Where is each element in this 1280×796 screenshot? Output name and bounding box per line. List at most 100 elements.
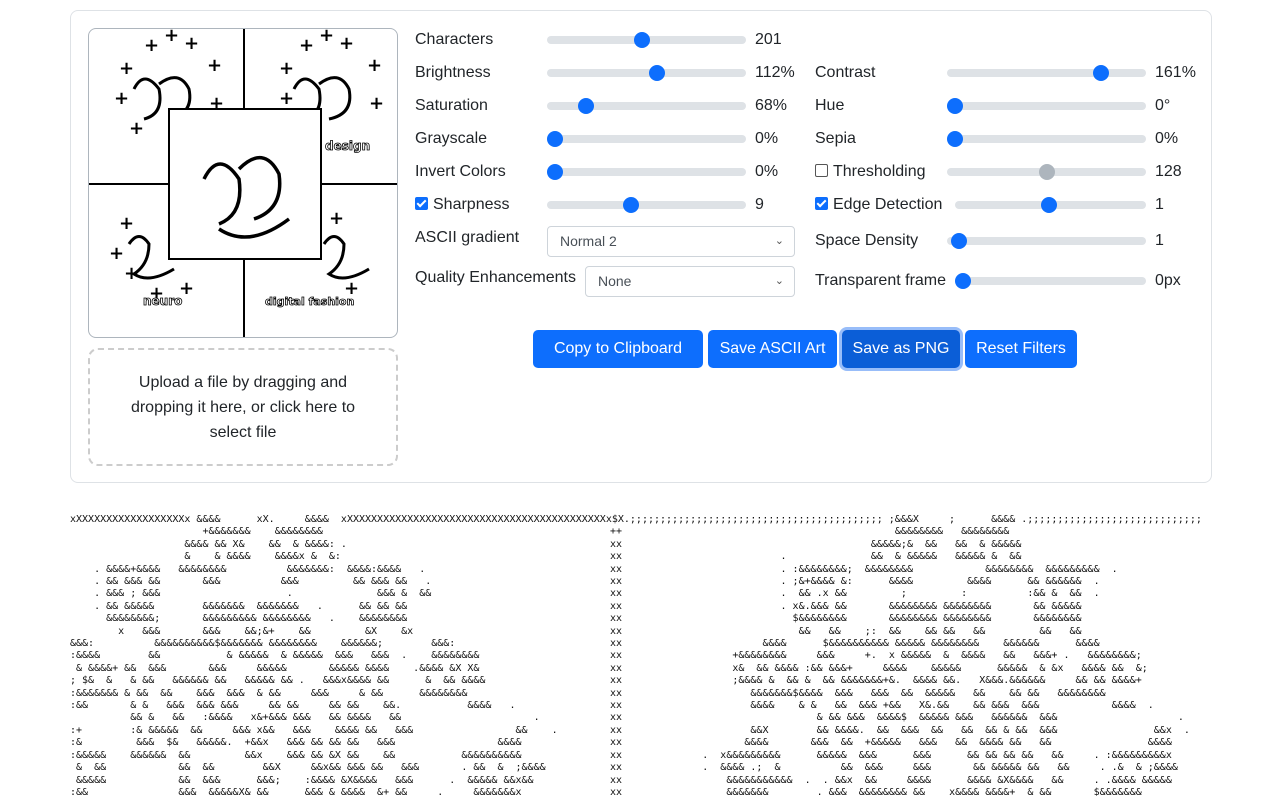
plus-mark: + [339, 33, 354, 54]
plus-mark: + [129, 118, 144, 139]
space-density-value: 1 [1155, 232, 1164, 249]
ascii-gradient-label: ASCII gradient [415, 229, 520, 246]
file-upload-dropzone[interactable]: Upload a file by dragging and dropping i… [88, 348, 398, 466]
copy-to-clipboard-button[interactable]: Copy to Clipboard [533, 330, 703, 368]
saturation-slider-thumb[interactable] [578, 98, 595, 114]
sharpness-slider-thumb[interactable] [622, 197, 639, 213]
save-ascii-art-button[interactable]: Save ASCII Art [708, 330, 837, 368]
grayscale-slider-thumb[interactable] [547, 131, 563, 147]
invert-colors-label: Invert Colors [415, 162, 506, 182]
space-density-label: Space Density [815, 231, 918, 251]
plus-mark: + [367, 55, 382, 76]
sepia-slider[interactable] [947, 131, 1146, 147]
brightness-label-text: Brightness [415, 64, 491, 81]
upload-instructions: Upload a file by dragging and dropping i… [130, 373, 356, 441]
contrast-label-text: Contrast [815, 64, 876, 81]
plus-mark: + [144, 35, 159, 56]
edge-detection-checkbox[interactable] [815, 197, 828, 210]
grayscale-label: Grayscale [415, 129, 487, 149]
ascii-art-left: +&&&&&&& &&&&&&&& &&&& && X& && & &&&&: … [70, 526, 558, 796]
sharpness-value: 9 [755, 196, 764, 213]
plus-mark: + [114, 88, 129, 109]
edge-detection-slider[interactable] [955, 197, 1146, 213]
sepia-label: Sepia [815, 129, 856, 149]
space-density-slider-thumb[interactable] [950, 233, 967, 249]
preview-label-neuro: neuro [143, 294, 182, 308]
invert-colors-label-text: Invert Colors [415, 163, 506, 180]
quality-enhancements-select[interactable]: None ⌄ [585, 266, 795, 297]
sharpness-checkbox[interactable] [415, 197, 428, 210]
plus-mark: + [184, 33, 199, 54]
thresholding-label-text: Thresholding [833, 163, 926, 180]
space-density-label-text: Space Density [815, 232, 919, 249]
plus-mark: + [279, 88, 294, 109]
ascii-art-divider: ++ xx xx xx xx xx xx xx xx xx xx xx xx x… [610, 526, 623, 796]
transparent-frame-slider[interactable] [955, 273, 1146, 289]
sepia-slider-thumb[interactable] [947, 131, 963, 147]
contrast-label: Contrast [815, 63, 875, 83]
hue-label: Hue [815, 96, 844, 116]
thresholding-label[interactable]: Thresholding [815, 162, 926, 182]
edge-detection-label[interactable]: Edge Detection [815, 195, 942, 215]
sepia-value: 0% [1155, 130, 1179, 147]
plus-mark: + [319, 29, 334, 46]
saturation-value: 68% [755, 97, 788, 114]
characters-slider[interactable] [547, 32, 746, 48]
plus-mark: + [119, 58, 134, 79]
image-preview: +++++++++++++++++++++++++++++++++ design… [88, 28, 398, 338]
edge-detection-label-text: Edge Detection [833, 196, 943, 213]
sharpness-label-text: Sharpness [433, 196, 510, 213]
characters-label: Characters [415, 30, 493, 50]
chevron-down-icon: ⌄ [774, 275, 784, 287]
preview-label-design: design [325, 139, 370, 153]
saturation-label-text: Saturation [415, 97, 488, 114]
sepia-label-text: Sepia [815, 130, 856, 147]
brightness-slider[interactable] [547, 65, 746, 81]
quality-enhancements-label: Quality Enhancements [415, 269, 576, 286]
ascii-art-right: &&&&&&&& &&&&&&&& &&&&&;& && && & &&&&& … [702, 526, 1190, 796]
sharpness-label[interactable]: Sharpness [415, 195, 510, 215]
plus-mark: + [109, 243, 124, 264]
ascii-gradient-value: Normal 2 [560, 233, 617, 249]
ascii-art-top-line: xXXXXXXXXXXXXXXXXXXx &&&& xX. &&&& xXXXX… [70, 514, 1202, 525]
plus-mark: + [279, 58, 294, 79]
chevron-down-icon: ⌄ [774, 235, 784, 247]
thresholding-checkbox[interactable] [815, 164, 828, 177]
characters-label-text: Characters [415, 31, 494, 48]
contrast-slider[interactable] [947, 65, 1146, 81]
save-as-png-button[interactable]: Save as PNG [842, 330, 960, 368]
saturation-slider[interactable] [547, 98, 746, 114]
hue-slider[interactable] [947, 98, 1146, 114]
hue-value: 0° [1155, 97, 1171, 114]
characters-slider-thumb[interactable] [633, 32, 650, 48]
hue-label-text: Hue [815, 97, 845, 114]
thresholding-slider[interactable] [947, 164, 1146, 180]
thresholding-value: 128 [1155, 163, 1182, 180]
grayscale-label-text: Grayscale [415, 130, 488, 147]
reset-filters-button[interactable]: Reset Filters [965, 330, 1077, 368]
plus-mark: + [119, 213, 134, 234]
edge-detection-value: 1 [1155, 196, 1164, 213]
characters-value: 201 [755, 31, 782, 48]
invert-colors-slider-thumb[interactable] [547, 164, 563, 180]
brightness-label: Brightness [415, 63, 491, 83]
preview-label-digital-fashion: digital fashion [265, 295, 354, 308]
transparent-frame-slider-thumb[interactable] [955, 273, 971, 289]
contrast-value: 161% [1155, 64, 1196, 81]
saturation-label: Saturation [415, 96, 488, 116]
hue-slider-thumb[interactable] [947, 98, 963, 114]
plus-mark: + [164, 29, 179, 46]
plus-mark: + [299, 35, 314, 56]
transparent-frame-value: 0px [1155, 272, 1181, 289]
quality-enhancements-value: None [598, 273, 632, 289]
invert-colors-slider[interactable] [547, 164, 746, 180]
thresholding-slider-thumb[interactable] [1038, 164, 1055, 180]
space-density-slider[interactable] [947, 233, 1146, 249]
sharpness-slider[interactable] [547, 197, 746, 213]
plus-mark: + [207, 55, 222, 76]
plus-mark: + [369, 93, 384, 114]
ascii-gradient-select[interactable]: Normal 2 ⌄ [547, 226, 795, 257]
edge-detection-slider-thumb[interactable] [1040, 197, 1057, 213]
transparent-frame-label: Transparent frame [815, 271, 946, 291]
grayscale-slider[interactable] [547, 131, 746, 147]
